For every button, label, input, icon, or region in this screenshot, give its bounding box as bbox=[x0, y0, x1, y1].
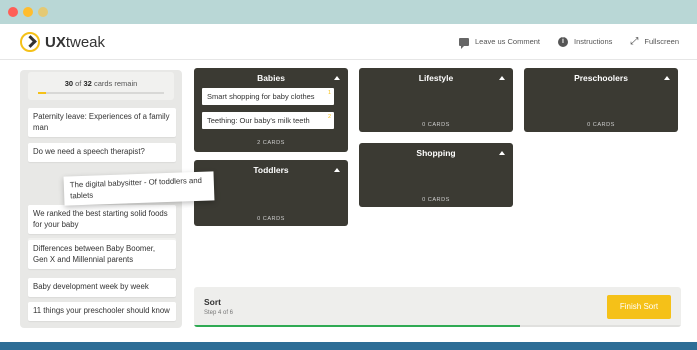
logo-text: UXtweak bbox=[45, 33, 106, 51]
sorted-card-label: Teething: Our baby's milk teeth bbox=[207, 116, 310, 125]
header-actions: Leave us Comment i Instructions ⤢ Fullsc… bbox=[458, 36, 679, 49]
category-babies[interactable]: Babies Smart shopping for baby clothes 1… bbox=[194, 68, 348, 152]
category-card-count: 0 CARDS bbox=[422, 197, 450, 203]
category-preschoolers[interactable]: Preschoolers 0 CARDS bbox=[524, 68, 678, 132]
sorted-card-number: 1 bbox=[327, 90, 331, 96]
fullscreen-button[interactable]: ⤢ Fullscreen bbox=[630, 36, 679, 47]
category-card-count: 0 CARDS bbox=[587, 122, 615, 128]
sort-footer: Sort Step 4 of 6 Finish Sort bbox=[194, 287, 681, 327]
step-progress-bar bbox=[194, 325, 681, 327]
app-header: UXtweak Leave us Comment i Instructions … bbox=[0, 24, 697, 60]
collapse-caret-icon[interactable] bbox=[334, 168, 340, 172]
footer-title: Sort bbox=[204, 297, 221, 307]
card-item[interactable]: Differences between Baby Boomer, Gen X a… bbox=[28, 240, 176, 270]
browser-titlebar bbox=[0, 0, 697, 24]
uxtweak-logo: UXtweak bbox=[20, 32, 105, 52]
sorted-card-label: Smart shopping for baby clothes bbox=[207, 92, 315, 101]
collapse-caret-icon[interactable] bbox=[499, 76, 505, 80]
logo-icon bbox=[20, 32, 40, 52]
category-title: Preschoolers bbox=[574, 73, 628, 83]
finish-sort-button[interactable]: Finish Sort bbox=[607, 295, 671, 319]
category-title: Lifestyle bbox=[418, 73, 454, 83]
category-card-count: 0 CARDS bbox=[257, 216, 285, 222]
sorted-card-number: 2 bbox=[327, 114, 331, 120]
close-window-button[interactable] bbox=[8, 7, 18, 17]
instructions-label: Instructions bbox=[574, 37, 613, 46]
collapse-caret-icon[interactable] bbox=[664, 76, 670, 80]
collapse-caret-icon[interactable] bbox=[499, 151, 505, 155]
card-item[interactable]: Baby development week by week bbox=[28, 278, 176, 297]
card-item[interactable]: 11 things your preschooler should know bbox=[28, 302, 176, 321]
category-title: Toddlers bbox=[253, 165, 289, 175]
info-icon: i bbox=[558, 36, 569, 47]
card-item[interactable]: Do we need a speech therapist? bbox=[28, 143, 176, 162]
fullscreen-icon: ⤢ bbox=[630, 36, 639, 47]
dragging-card[interactable]: The digital babysitter - Of toddlers and… bbox=[63, 171, 215, 206]
desktop-background-strip bbox=[0, 342, 697, 350]
sorted-card[interactable]: Teething: Our baby's milk teeth 2 bbox=[202, 112, 334, 129]
footer-step: Step 4 of 6 bbox=[204, 310, 234, 316]
leave-comment-label: Leave us Comment bbox=[474, 37, 541, 46]
fullscreen-label: Fullscreen bbox=[644, 37, 679, 46]
cards-progress-bar bbox=[38, 92, 164, 94]
category-card-count: 2 CARDS bbox=[257, 140, 285, 146]
step-progress-fill bbox=[194, 325, 521, 327]
collapse-caret-icon[interactable] bbox=[334, 76, 340, 80]
category-lifestyle[interactable]: Lifestyle 0 CARDS bbox=[359, 68, 513, 132]
card-item[interactable]: We ranked the best starting solid foods … bbox=[28, 205, 176, 235]
cards-remaining-panel: 30 of 32 cards remain bbox=[28, 72, 174, 100]
category-shopping[interactable]: Shopping 0 CARDS bbox=[359, 143, 513, 207]
leave-comment-button[interactable]: Leave us Comment bbox=[458, 37, 541, 49]
cards-progress-fill bbox=[38, 92, 46, 94]
cards-remaining-text: 30 of 32 cards remain bbox=[64, 79, 138, 88]
app-window: UXtweak Leave us Comment i Instructions … bbox=[0, 0, 697, 342]
category-toddlers[interactable]: Toddlers 0 CARDS bbox=[194, 160, 348, 226]
category-title: Shopping bbox=[416, 148, 456, 158]
comment-icon bbox=[458, 37, 469, 49]
category-title: Babies bbox=[257, 73, 285, 83]
minimize-window-button[interactable] bbox=[23, 7, 33, 17]
instructions-button[interactable]: i Instructions bbox=[558, 36, 613, 47]
category-card-count: 0 CARDS bbox=[422, 122, 450, 128]
card-item[interactable]: Paternity leave: Experiences of a family… bbox=[28, 108, 176, 138]
maximize-window-button[interactable] bbox=[38, 7, 48, 17]
sorted-card[interactable]: Smart shopping for baby clothes 1 bbox=[202, 88, 334, 105]
